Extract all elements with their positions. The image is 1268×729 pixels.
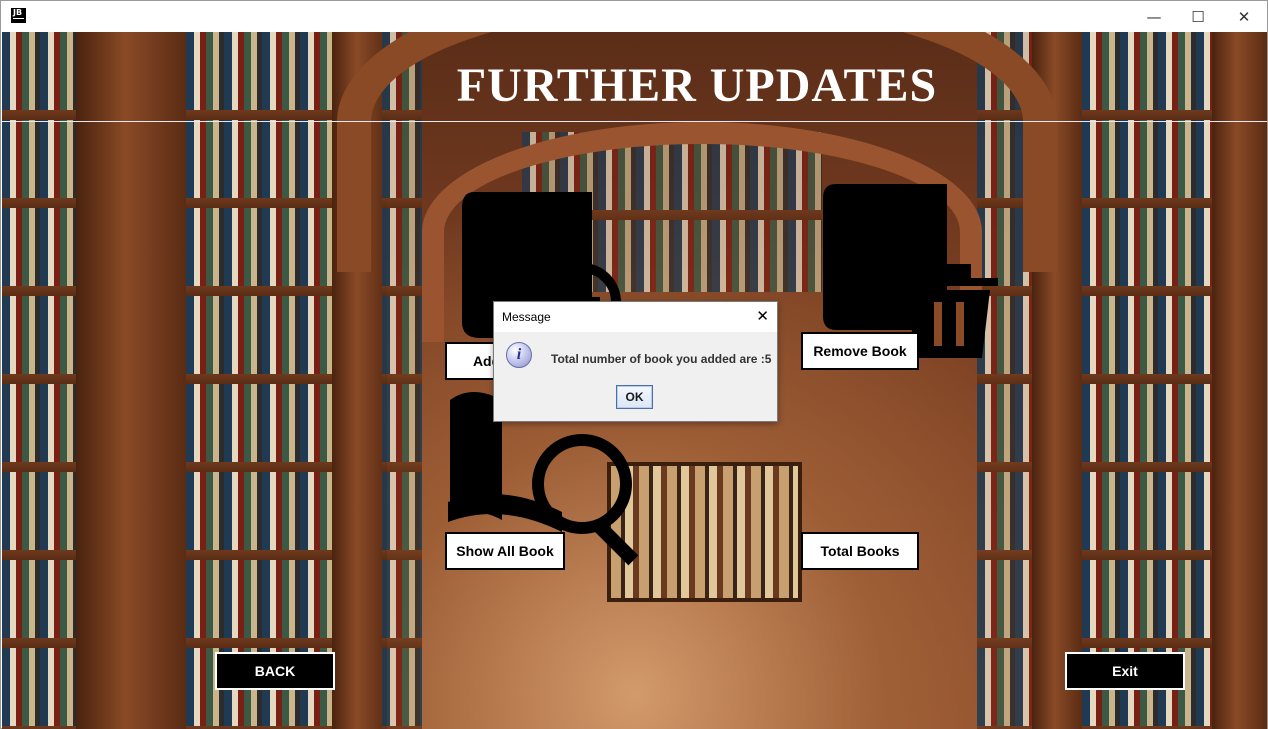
show-all-book-button[interactable]: Show All Book bbox=[445, 532, 565, 570]
total-books-button[interactable]: Total Books bbox=[801, 532, 919, 570]
app-window: JB — ☐ ✕ FURTHER UPDATES Add Remove Book… bbox=[0, 0, 1268, 729]
info-icon: i bbox=[506, 342, 532, 368]
message-dialog: Message ✕ i Total number of book you add… bbox=[493, 301, 778, 422]
exit-button[interactable]: Exit bbox=[1065, 652, 1185, 690]
dialog-titlebar[interactable]: Message ✕ bbox=[494, 302, 777, 332]
close-window-button[interactable]: ✕ bbox=[1221, 1, 1267, 32]
maximize-button[interactable]: ☐ bbox=[1175, 1, 1221, 32]
app-logo-icon: JB bbox=[11, 8, 26, 23]
window-titlebar[interactable]: JB — ☐ ✕ bbox=[1, 1, 1267, 32]
remove-book-button[interactable]: Remove Book bbox=[801, 332, 919, 370]
back-button[interactable]: BACK bbox=[215, 652, 335, 690]
dialog-message: Total number of book you added are :5 bbox=[551, 352, 772, 366]
dialog-close-icon[interactable]: ✕ bbox=[756, 307, 769, 325]
ok-button[interactable]: OK bbox=[616, 385, 653, 409]
dialog-title: Message bbox=[502, 310, 551, 324]
minimize-button[interactable]: — bbox=[1131, 1, 1177, 32]
